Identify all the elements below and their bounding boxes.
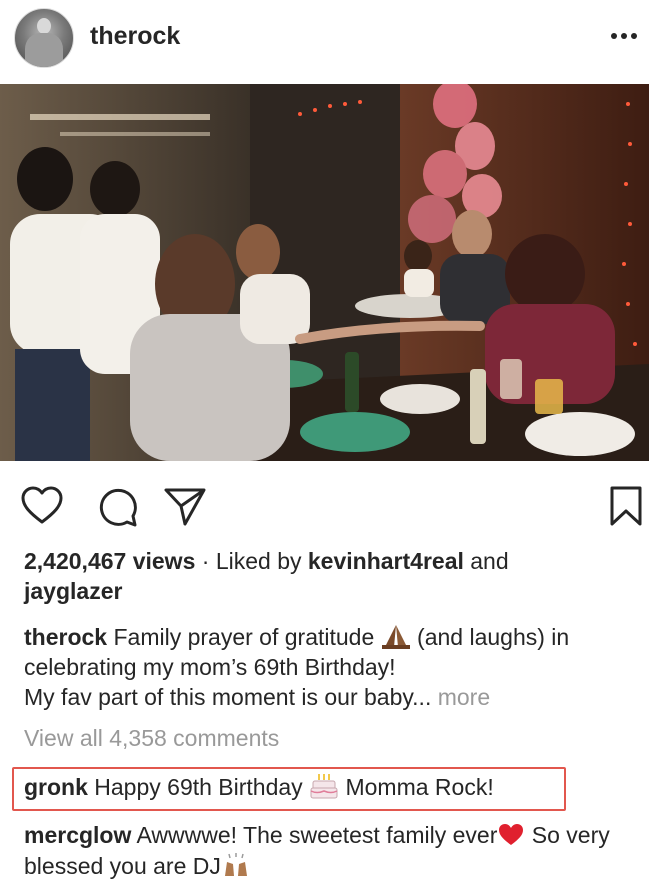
caption-text-part1: Family prayer of gratitude: [107, 624, 381, 650]
post-actions-bar: [0, 470, 649, 540]
post-photo[interactable]: [0, 84, 649, 461]
comment-text-part1: Awwwwe! The sweetest family ever: [131, 822, 498, 848]
praying-hands-icon: [381, 625, 410, 649]
send-icon[interactable]: [163, 484, 207, 528]
heart-icon[interactable]: [20, 484, 64, 528]
comment-text-part1: Happy 69th Birthday: [87, 774, 310, 800]
separator: ·: [195, 548, 216, 574]
comment-author-link[interactable]: gronk: [24, 774, 88, 800]
view-all-comments-link[interactable]: View all 4,358 comments: [24, 725, 279, 752]
comment-author-link[interactable]: mercglow: [24, 822, 131, 848]
other-liker-link[interactable]: jayglazer: [24, 578, 122, 604]
comment-item: gronk Happy 69th Birthday Momma Rock!: [24, 773, 494, 801]
birthday-cake-icon: [310, 774, 338, 799]
comment-item: mercglow Awwwwe! The sweetest family eve…: [24, 820, 644, 882]
bookmark-icon[interactable]: [604, 484, 648, 528]
liked-by-and: and: [463, 548, 509, 574]
comment-icon[interactable]: [95, 484, 139, 528]
liked-by-user-link[interactable]: kevinhart4real: [308, 548, 464, 574]
caption-line2: My fav part of this moment is our baby..…: [24, 684, 432, 710]
more-horizontal-icon[interactable]: [608, 22, 640, 50]
profile-avatar[interactable]: [14, 8, 74, 68]
comment-text-part2: Momma Rock!: [339, 774, 494, 800]
username-link[interactable]: therock: [90, 22, 180, 51]
raised-hands-icon: [224, 853, 247, 876]
liked-by-prefix: Liked by: [215, 548, 308, 574]
red-heart-icon: [499, 824, 524, 845]
post-header: therock: [0, 0, 649, 84]
caption-author-link[interactable]: therock: [24, 624, 107, 650]
caption-more-link[interactable]: more: [431, 684, 490, 710]
views-count[interactable]: 2,420,467 views: [24, 548, 195, 574]
likes-summary: 2,420,467 views · Liked by kevinhart4rea…: [24, 546, 634, 606]
post-caption: therock Family prayer of gratitude (and …: [24, 622, 634, 712]
